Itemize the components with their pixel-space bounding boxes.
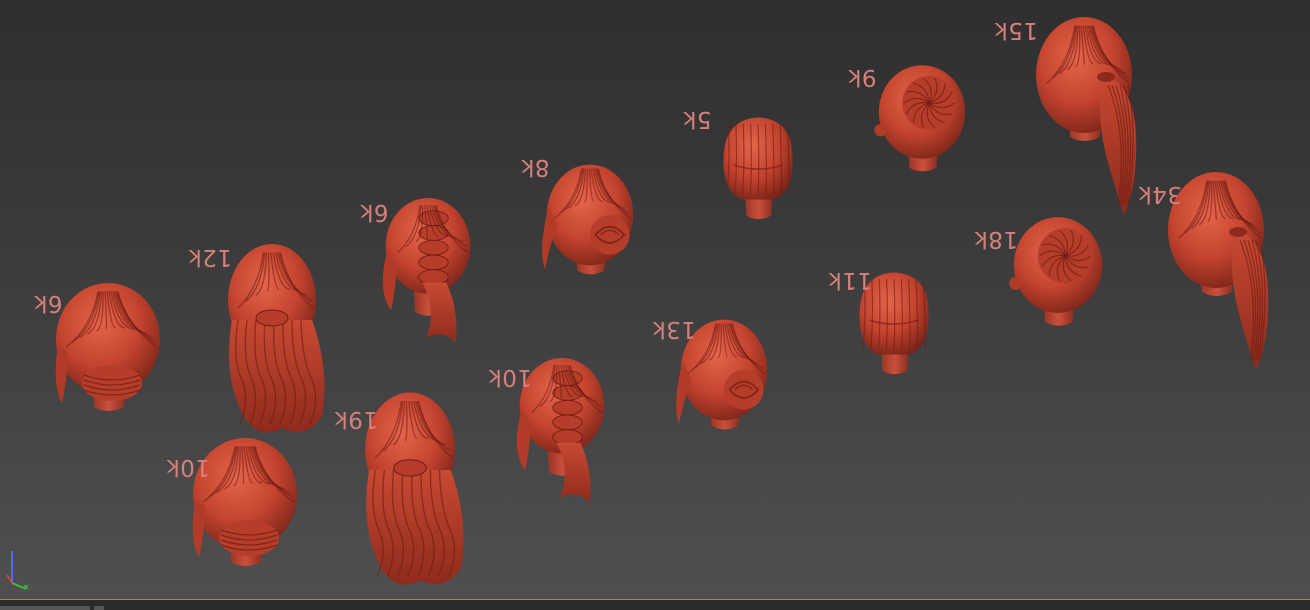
model-label: 9k	[847, 64, 876, 90]
y-axis-icon	[11, 582, 27, 590]
model-label: 11k	[828, 267, 872, 293]
model-label: 34k	[1138, 181, 1182, 207]
model-label: 13k	[652, 316, 696, 342]
3d-viewport[interactable]: 6k 12k 10k 19k 6k 10k 8k 13k 5k 11k 9k 18k 15k 34k	[0, 0, 1310, 610]
status-bar	[0, 599, 1310, 610]
hair-model-4[interactable]	[365, 392, 464, 585]
model-label: 15k	[994, 17, 1038, 43]
model-label: 6k	[359, 199, 388, 225]
model-label: 19k	[334, 406, 378, 432]
model-label: 12k	[188, 244, 232, 270]
model-label: 8k	[520, 154, 549, 180]
hair-model-12[interactable]	[1009, 217, 1103, 326]
model-label: 10k	[166, 454, 210, 480]
hair-model-14[interactable]	[1168, 172, 1269, 370]
hair-models-scene[interactable]: 6k 12k 10k 19k 6k 10k 8k 13k 5k 11k 9k 18k 15k 34k	[0, 0, 1310, 600]
hair-model-5[interactable]	[382, 197, 471, 344]
status-bar-handle[interactable]	[94, 606, 104, 610]
model-label: 5k	[682, 106, 711, 132]
hair-model-2[interactable]	[228, 244, 325, 433]
model-label: 18k	[974, 226, 1018, 252]
hair-model-9[interactable]	[723, 117, 793, 220]
hair-model-13[interactable]	[1036, 17, 1137, 215]
hair-model-11[interactable]	[874, 65, 966, 172]
hair-model-7[interactable]	[542, 164, 634, 275]
axis-gizmo[interactable]	[4, 545, 44, 595]
model-label: 10k	[488, 364, 532, 390]
hair-model-1[interactable]	[55, 283, 160, 411]
status-bar-tab[interactable]	[0, 606, 90, 610]
model-label: 6k	[33, 290, 62, 316]
